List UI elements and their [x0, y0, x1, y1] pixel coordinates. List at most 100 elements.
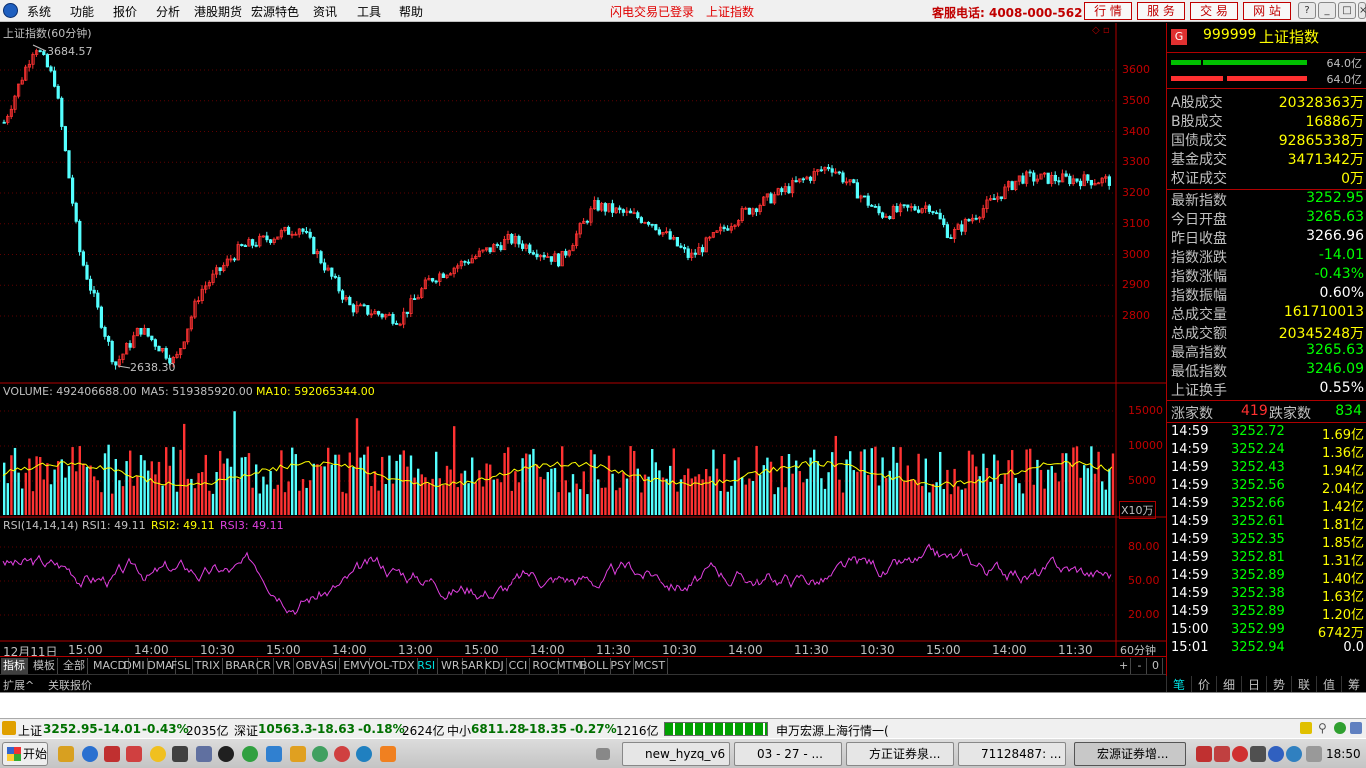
- candle: [452, 266, 456, 278]
- candle: [852, 178, 856, 184]
- menu-help[interactable]: 帮助: [399, 3, 423, 20]
- candle: [873, 204, 878, 208]
- volume-icon[interactable]: [1306, 746, 1322, 762]
- tray-icon-4[interactable]: [1250, 746, 1266, 762]
- start-button[interactable]: 开始: [2, 742, 48, 766]
- ie2-icon[interactable]: [356, 746, 372, 762]
- candle: [125, 342, 129, 355]
- quote-tab-2[interactable]: 细: [1216, 676, 1241, 693]
- clock[interactable]: 18:50: [1326, 747, 1361, 761]
- menu-hk-futures[interactable]: 港股期货: [194, 3, 242, 20]
- keyboard-icon[interactable]: [596, 748, 610, 760]
- tray-icon-2[interactable]: [1214, 746, 1230, 762]
- folder-icon[interactable]: [58, 746, 74, 762]
- tray-icon-1[interactable]: [1196, 746, 1212, 762]
- task-03-27[interactable]: 03 - 27 - ...: [734, 742, 842, 766]
- menu-system[interactable]: 系统: [27, 3, 51, 20]
- menu-quote[interactable]: 报价: [113, 3, 137, 20]
- tray-icon-3[interactable]: [1232, 746, 1248, 762]
- quote-tab-0[interactable]: 笔: [1166, 676, 1191, 693]
- smile-icon[interactable]: [150, 746, 166, 762]
- browser-icon[interactable]: [242, 746, 258, 762]
- quote-tab-4[interactable]: 势: [1266, 676, 1291, 693]
- chart-area[interactable]: 上证指数(60分钟) ◇ ▫ 3684.57 2638.30 3600 3500 3…: [0, 23, 1166, 659]
- menu-hongyuan[interactable]: 宏源特色: [251, 3, 299, 20]
- info-icon[interactable]: [1300, 722, 1312, 734]
- volume-bar: [586, 494, 589, 515]
- help-icon[interactable]: ?: [1298, 2, 1316, 19]
- app-icon-orange[interactable]: [380, 746, 396, 762]
- related-quote-tab[interactable]: 关联报价: [48, 677, 92, 693]
- close-button[interactable]: ×: [1358, 2, 1366, 19]
- service-button[interactable]: 服 务: [1137, 2, 1185, 20]
- ie-icon[interactable]: [82, 746, 98, 762]
- trade-button[interactable]: 交 易: [1190, 2, 1238, 20]
- message-icon[interactable]: [1350, 722, 1362, 734]
- menu-analysis[interactable]: 分析: [156, 3, 180, 20]
- indicator-tab-全部[interactable]: 全部: [61, 658, 88, 674]
- indicator-tab-trix[interactable]: TRIX: [193, 658, 223, 674]
- task-new-hyzq[interactable]: new_hyzq_v6: [622, 742, 730, 766]
- indicator-tab-vr[interactable]: VR: [274, 658, 294, 674]
- volume-bar: [334, 454, 337, 515]
- volume-bar: [841, 492, 845, 515]
- quote-tab-5[interactable]: 联: [1291, 676, 1316, 693]
- quote-tab-7[interactable]: 筹: [1341, 676, 1366, 693]
- indicator-tab-asi[interactable]: ASI: [317, 658, 341, 674]
- volume-bar: [856, 471, 859, 515]
- tray-icon-6[interactable]: [1286, 746, 1302, 762]
- indicator-control-1[interactable]: -: [1133, 658, 1147, 674]
- volume-bar: [345, 493, 348, 515]
- media-icon[interactable]: [172, 746, 188, 762]
- quote-tab-6[interactable]: 值: [1316, 676, 1341, 693]
- menu-tools[interactable]: 工具: [357, 3, 381, 20]
- kline-chart-svg[interactable]: [0, 23, 1166, 656]
- indicator-tab-psy[interactable]: PSY: [608, 658, 634, 674]
- website-button[interactable]: 网 站: [1243, 2, 1291, 20]
- menu-function[interactable]: 功能: [70, 3, 94, 20]
- sz-name[interactable]: 深证: [234, 722, 258, 739]
- chrome-icon[interactable]: [334, 746, 350, 762]
- indicator-control-0[interactable]: +: [1117, 658, 1131, 674]
- quote-button[interactable]: 行 情: [1084, 2, 1132, 20]
- task-hongyuan[interactable]: 宏源证券增...: [1074, 742, 1186, 766]
- indicator-tab-mcst[interactable]: MCST: [632, 658, 669, 674]
- app-icon-green[interactable]: [312, 746, 328, 762]
- sh-name[interactable]: 上证: [18, 722, 42, 739]
- indicator-tab-模板[interactable]: 模板: [31, 658, 58, 674]
- app-icon-red[interactable]: [104, 746, 120, 762]
- indicator-tab-cci[interactable]: CCI: [507, 658, 531, 674]
- zx-name[interactable]: 中小: [447, 722, 471, 739]
- indicator-tab-fsl[interactable]: FSL: [169, 658, 194, 674]
- indicator-tab-vol-tdx[interactable]: VOL-TDX: [365, 658, 418, 674]
- candle: [189, 315, 193, 332]
- app-icon-blue[interactable]: [266, 746, 282, 762]
- quote-tab-1[interactable]: 价: [1191, 676, 1216, 693]
- stat-key: 最高指数: [1171, 345, 1227, 361]
- expand-tab[interactable]: 扩展^: [3, 677, 34, 693]
- sz-value: 10563.3: [258, 722, 313, 736]
- task-71128487[interactable]: 71128487: ...: [958, 742, 1066, 766]
- candle: [99, 305, 103, 330]
- indicator-tab-指标[interactable]: 指标: [1, 658, 28, 674]
- menu-info[interactable]: 资讯: [313, 3, 337, 20]
- tray-icon-5[interactable]: [1268, 746, 1284, 762]
- indicator-control-2[interactable]: 0: [1149, 658, 1163, 674]
- task-fangzheng[interactable]: 方正证券泉...: [846, 742, 954, 766]
- indicator-tab-cr[interactable]: CR: [254, 658, 274, 674]
- screen-icon[interactable]: [196, 746, 212, 762]
- indicator-tab-dmi[interactable]: DMI: [121, 658, 148, 674]
- volume-bar: [813, 449, 816, 515]
- volume-bar: [219, 450, 222, 515]
- qq-icon[interactable]: [218, 746, 234, 762]
- chart-corner-icon[interactable]: ◇ ▫: [1092, 25, 1110, 36]
- restore-button[interactable]: □: [1338, 2, 1356, 19]
- indicator-tab-rsi[interactable]: RSI: [415, 658, 439, 674]
- app-icon-yellow[interactable]: [290, 746, 306, 762]
- indicator-tab-boll[interactable]: BOLL: [578, 658, 612, 674]
- quote-tab-3[interactable]: 日: [1241, 676, 1266, 693]
- app-icon-bird[interactable]: [126, 746, 142, 762]
- indicator-tab-kdj[interactable]: KDJ: [483, 658, 507, 674]
- minimize-button[interactable]: _: [1318, 2, 1336, 19]
- volume-bar: [139, 455, 143, 515]
